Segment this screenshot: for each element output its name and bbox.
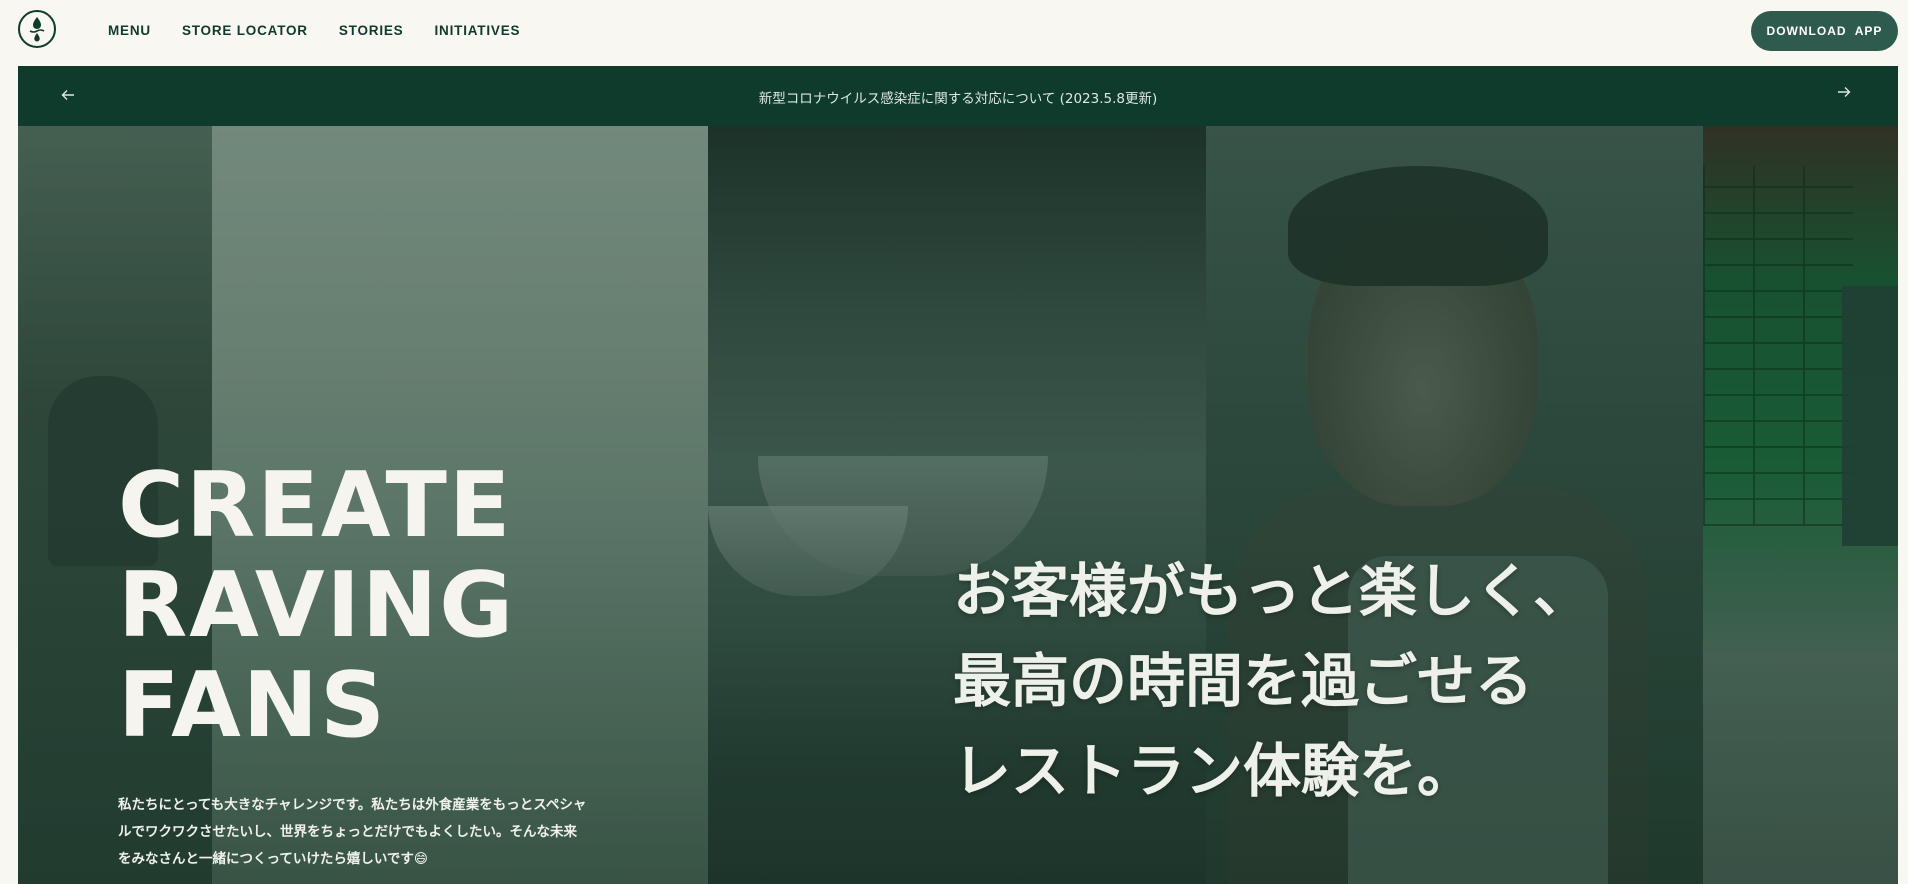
nav-item-stories[interactable]: STORIES (339, 23, 404, 38)
announcement-bar: 新型コロナウイルス感染症に関する対応について (2023.5.8更新) (18, 66, 1898, 126)
nav-item-initiatives[interactable]: INITIATIVES (435, 23, 521, 38)
nav-item-store-locator[interactable]: STORE LOCATOR (182, 23, 308, 38)
drop-logo-icon[interactable] (18, 10, 56, 48)
arrow-right-icon[interactable] (1836, 84, 1856, 104)
hero-tagline: お客様がもっと楽しく、 最高の時間を過ごせる レストラン体験を。 (953, 557, 1592, 805)
site-header: MENU STORE LOCATOR STORIES INITIATIVES D… (0, 0, 1908, 64)
hero-headline: CREATE RAVING FANS (118, 453, 516, 758)
hero-description: 私たちにとっても大きなチャレンジです。私たちは外食産業をもっとスペシャルでワクワ… (118, 796, 587, 867)
hero-section: CREATE RAVING FANS 私たちにとっても大きなチャレンジです。私た… (18, 126, 1898, 884)
main-nav: MENU STORE LOCATOR STORIES INITIATIVES (108, 0, 520, 60)
nav-item-menu[interactable]: MENU (108, 23, 151, 38)
download-app-button[interactable]: DOWNLOAD APP (1751, 11, 1898, 51)
announcement-link[interactable]: 新型コロナウイルス感染症に関する対応について (2023.5.8更新) (18, 87, 1898, 107)
